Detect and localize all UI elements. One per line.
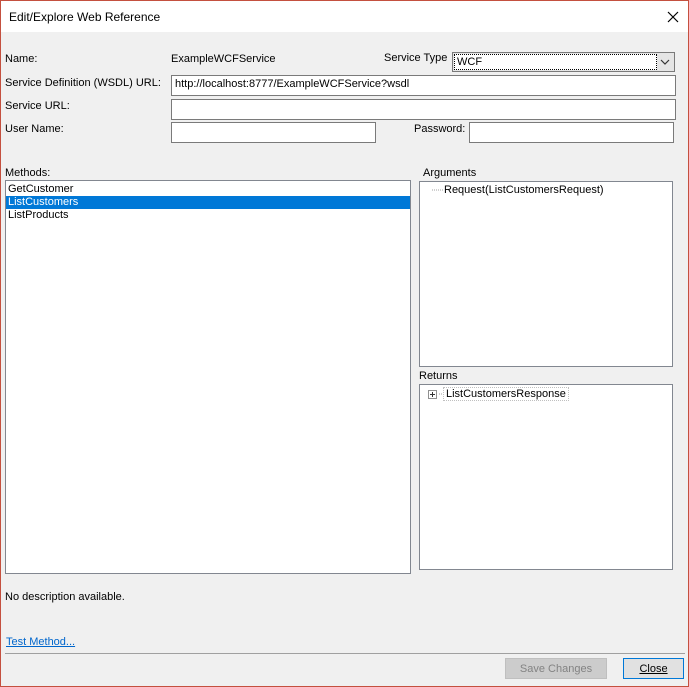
returns-tree[interactable]: ListCustomersResponse [419,384,673,570]
service-url-input[interactable] [171,99,676,120]
close-window-button[interactable] [658,1,688,32]
close-icon [667,11,679,22]
wsdl-label: Service Definition (WSDL) URL: [5,77,161,89]
save-changes-button[interactable]: Save Changes [505,658,607,679]
dialog-window: Edit/Explore Web Reference Name: Example… [0,0,689,687]
arguments-label: Arguments [423,167,477,179]
service-url-label: Service URL: [5,100,70,112]
tree-node[interactable]: ListCustomersResponse [428,387,569,401]
chevron-down-icon [660,59,670,65]
close-label: Close [639,662,668,675]
password-input[interactable] [469,122,674,143]
username-input[interactable] [171,122,376,143]
wsdl-url-input[interactable]: http://localhost:8777/ExampleWCFService?… [171,75,676,96]
name-label: Name: [5,53,38,65]
close-button[interactable]: Close [623,658,684,679]
method-description: No description available. [5,591,125,603]
service-type-label: Service Type [384,52,448,64]
test-method-link[interactable]: Test Method... [6,636,75,648]
password-label: Password: [414,123,466,135]
returns-label: Returns [419,370,458,382]
methods-list[interactable]: GetCustomer ListCustomers ListProducts [5,180,411,574]
tree-expand-icon[interactable] [428,389,437,399]
tree-connector-icon [432,189,443,191]
tree-node[interactable]: Request(ListCustomersRequest) [432,184,604,196]
arguments-tree[interactable]: Request(ListCustomersRequest) [419,181,673,367]
footer-divider [5,653,685,654]
list-item[interactable]: ListCustomers [6,196,410,209]
service-type-value: WCF [454,54,657,70]
service-type-dropdown-button[interactable] [656,53,674,71]
list-item[interactable]: ListProducts [6,209,410,222]
name-value: ExampleWCFService [171,53,276,65]
tree-node-label: ListCustomersResponse [443,387,569,401]
save-changes-label: Save Changes [519,662,593,675]
title-bar: Edit/Explore Web Reference [1,1,688,32]
methods-label: Methods: [5,167,51,179]
username-label: User Name: [5,123,64,135]
window-title: Edit/Explore Web Reference [9,10,161,24]
tree-node-label: Request(ListCustomersRequest) [444,184,604,196]
service-type-select[interactable]: WCF [452,52,675,72]
list-item[interactable]: GetCustomer [6,183,410,196]
